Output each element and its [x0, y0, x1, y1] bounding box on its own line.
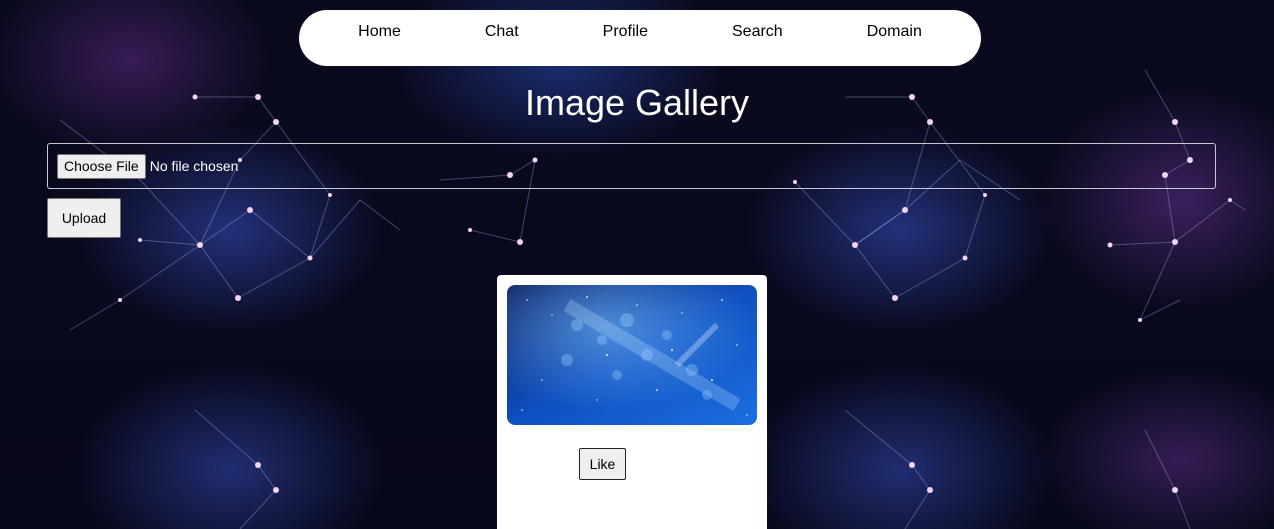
file-status-text: No file chosen	[149, 158, 239, 174]
starfield-image-graphic	[507, 285, 757, 425]
nav-profile[interactable]: Profile	[603, 23, 648, 41]
choose-file-button[interactable]: Choose File	[57, 153, 146, 179]
file-input-container: Choose File No file chosen	[47, 143, 1216, 189]
top-nav: Home Chat Profile Search Domain	[299, 10, 981, 66]
like-button[interactable]: Like	[579, 448, 626, 480]
upload-button[interactable]: Upload	[47, 198, 121, 238]
nav-search[interactable]: Search	[732, 23, 783, 41]
page-title: Image Gallery	[524, 82, 750, 123]
nav-home[interactable]: Home	[358, 23, 401, 41]
starfield-image	[507, 285, 757, 425]
nav-domain[interactable]: Domain	[867, 23, 922, 41]
nav-chat[interactable]: Chat	[485, 23, 519, 41]
gallery-card: Like	[497, 275, 767, 529]
